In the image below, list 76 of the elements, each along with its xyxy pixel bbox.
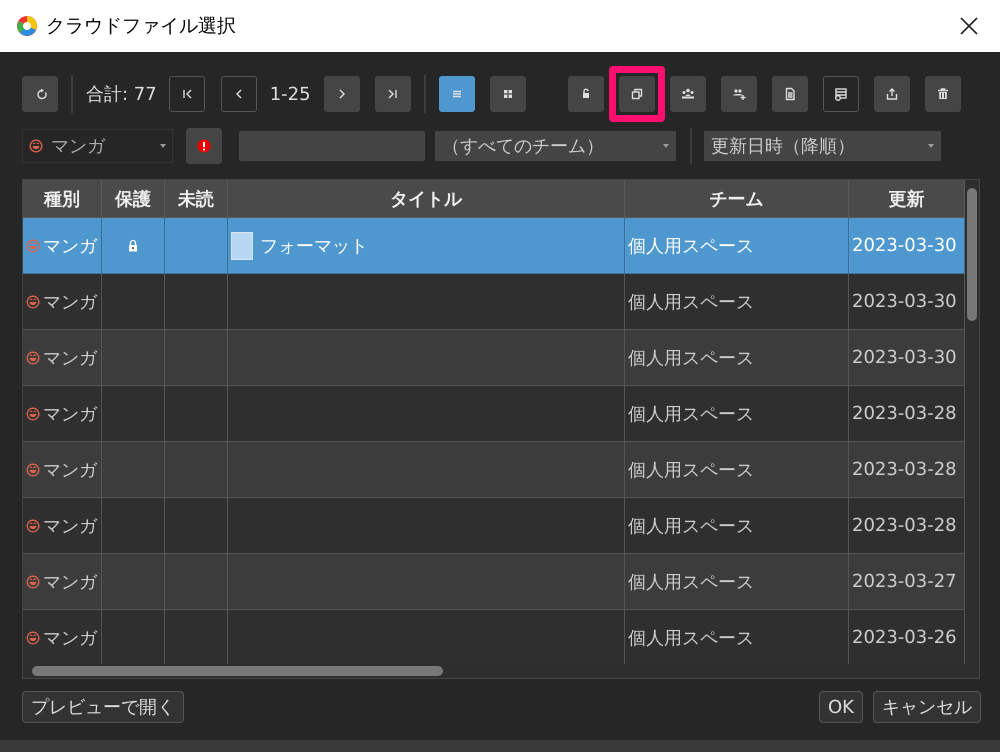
table-cell: 2023-03-30	[849, 218, 965, 274]
color-wheel-logo-icon	[16, 15, 38, 37]
last-page-button[interactable]	[374, 76, 411, 112]
document-button[interactable]	[772, 76, 808, 112]
grid-view-button[interactable]	[490, 76, 526, 112]
table-cell: 個人用スペース	[625, 554, 849, 610]
table-cell: 2023-03-30	[849, 274, 965, 330]
team-icon	[680, 87, 695, 101]
refresh-button[interactable]	[22, 76, 58, 112]
table-cell: 2023-03-27	[849, 554, 965, 610]
laughing-face-icon	[26, 350, 40, 364]
close-icon	[960, 17, 978, 35]
export-icon	[884, 87, 899, 101]
laughing-face-icon	[26, 294, 40, 308]
table-cell: 個人用スペース	[625, 498, 849, 554]
column-header[interactable]: 保護	[102, 180, 165, 218]
table-cell: マンガ	[23, 330, 102, 386]
table-cell: 2023-03-28	[849, 442, 965, 498]
team-add-icon	[732, 87, 746, 101]
page-range: 1-25	[270, 84, 311, 104]
table-cell: 個人用スペース	[625, 610, 849, 664]
add-team-button[interactable]	[720, 76, 757, 112]
trash-icon	[936, 87, 950, 101]
table-cell: 個人用スペース	[625, 330, 849, 386]
export-button[interactable]	[874, 76, 910, 112]
table-cell	[165, 442, 228, 498]
team-dropdown[interactable]: （すべてのチーム）	[435, 131, 676, 161]
column-header[interactable]: 種別	[23, 180, 102, 218]
table-cell	[165, 274, 228, 330]
table-cell: 2023-03-28	[849, 498, 965, 554]
delete-button[interactable]	[924, 76, 961, 112]
window-title: クラウドファイル選択	[46, 14, 237, 39]
table-cell	[165, 330, 228, 386]
file-type-dropdown[interactable]: マンガ	[22, 129, 173, 163]
team-button[interactable]	[670, 76, 706, 112]
table-cell: 個人用スペース	[625, 218, 849, 274]
search-field[interactable]	[239, 131, 425, 161]
table-cell: 2023-03-30	[849, 330, 965, 386]
laughing-face-icon	[26, 238, 40, 252]
table-cell: マンガ	[23, 498, 102, 554]
table-cell: 2023-03-28	[849, 386, 965, 442]
table-cell: マンガ	[23, 218, 102, 274]
table-cell: マンガ	[23, 274, 102, 330]
laughing-face-icon	[29, 139, 43, 153]
table-cell: マンガ	[23, 554, 102, 610]
exclamation-icon	[197, 139, 211, 153]
table-cell	[165, 554, 228, 610]
column-header[interactable]: 更新	[849, 180, 965, 218]
table-clock-icon	[834, 87, 848, 101]
column-header[interactable]: タイトル	[228, 180, 625, 218]
list-view-button[interactable]	[438, 76, 475, 112]
table-cell: 個人用スペース	[625, 274, 849, 330]
laughing-face-icon	[26, 406, 40, 420]
sort-dropdown[interactable]: 更新日時（降順）	[704, 131, 941, 161]
column-header[interactable]: 未読	[165, 180, 228, 218]
laughing-face-icon	[26, 518, 40, 532]
table-cell: フォーマット	[228, 218, 625, 274]
total-count: 合計: 77	[86, 83, 157, 106]
ok-button[interactable]: OK	[819, 691, 863, 723]
table-cell: 個人用スペース	[625, 442, 849, 498]
open-in-preview-button[interactable]: プレビューで開く	[22, 691, 184, 723]
laughing-face-icon	[26, 630, 40, 644]
table-cell	[165, 498, 228, 554]
table-cell: マンガ	[23, 386, 102, 442]
laughing-face-icon	[26, 462, 40, 476]
laughing-face-icon	[26, 574, 40, 588]
padlock-icon	[128, 239, 138, 252]
table-cell	[165, 386, 228, 442]
table-cell: マンガ	[23, 442, 102, 498]
duplicate-icon	[630, 87, 644, 101]
duplicate-button[interactable]	[618, 76, 655, 112]
cancel-button[interactable]: キャンセル	[873, 691, 981, 723]
lock-button[interactable]	[568, 76, 604, 112]
thumbnail	[231, 232, 253, 260]
table-cell: 個人用スペース	[625, 386, 849, 442]
column-header[interactable]: チーム	[625, 180, 849, 218]
